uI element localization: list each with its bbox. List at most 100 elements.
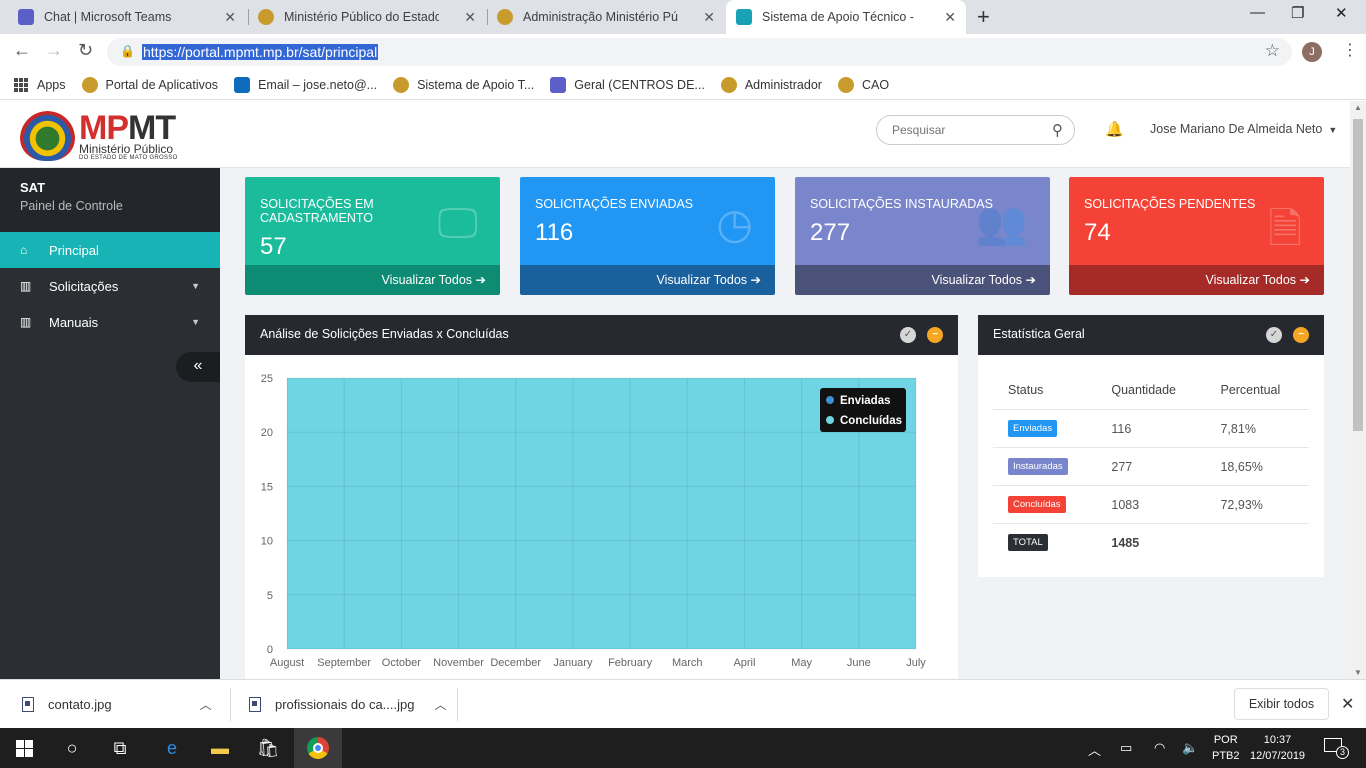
minimize-panel-icon[interactable]: − [1293,327,1309,343]
browser-tab-admin[interactable]: Administração Ministério Público ✕ [487,0,725,34]
browser-toolbar: ← → ↻ 🔒 https://portal.mpmt.mp.br/sat/pr… [0,34,1366,70]
new-tab-button[interactable]: + [977,4,990,30]
status-badge: Enviadas [1008,420,1058,437]
card-cadastramento: SOLICITAÇÕES EM CADASTRAMENTO 57 🖵 Visua… [245,177,500,295]
collapse-sidebar-button[interactable]: « [176,352,220,382]
forward-arrow-icon[interactable]: → [45,40,63,61]
x-tick-label: August [270,657,304,669]
close-tab-icon[interactable]: ✕ [464,9,476,26]
mpmt-logo[interactable]: MPMT Ministério Público DO ESTADO DE MAT… [20,111,178,161]
scroll-down-icon[interactable]: ▼ [1354,668,1362,677]
sidebar-item-manuais[interactable]: ▥ Manuais ▼ [0,304,220,340]
y-tick-label: 25 [261,373,273,385]
bookmark-cao[interactable]: CAO [837,76,889,93]
users-icon: 👥 [975,199,1028,246]
sidebar-item-solicitacoes[interactable]: ▥ Solicitações ▼ [0,268,220,304]
system-clock[interactable]: 10:37 12/07/2019 [1250,732,1305,764]
legend-swatch [826,416,834,424]
legend-label: Enviadas [840,395,891,407]
back-arrow-icon[interactable]: ← [13,40,31,61]
url-text[interactable]: https://portal.mpmt.mp.br/sat/principal [142,44,379,60]
show-all-downloads-button[interactable]: Exibir todos [1234,688,1329,720]
sidebar-subtitle: Painel de Controle [20,199,123,213]
close-downloads-icon[interactable]: ✕ [1341,694,1354,714]
y-tick-label: 20 [261,427,273,439]
bookmark-portal[interactable]: Portal de Aplicativos [81,76,219,93]
legend-label: Concluídas [840,415,902,427]
bookmark-geral[interactable]: Geral (CENTROS DE... [550,76,705,93]
scrollbar-thumb[interactable] [1353,119,1363,431]
restore-icon[interactable]: ❐ [1291,4,1304,22]
bookmark-sat[interactable]: Sistema de Apoio T... [393,76,534,93]
search-icon[interactable]: ⚲ [1052,121,1063,139]
bookmark-star-icon[interactable]: ☆ [1265,41,1280,61]
browser-tab-mpmt[interactable]: Ministério Público do Estado de ✕ [248,0,486,34]
sidebar-item-principal[interactable]: ⌂ Principal [0,232,220,268]
chevron-up-icon[interactable]: ︿ [434,696,446,713]
brand-subtitle: Ministério Público [79,142,174,156]
teams-icon [18,9,34,25]
notifications-icon[interactable]: 3 [1324,738,1349,759]
close-tab-icon[interactable]: ✕ [944,9,956,26]
bookmark-email[interactable]: Email – jose.neto@... [234,76,377,93]
reload-icon[interactable]: ↻ [78,40,93,61]
bell-icon[interactable]: 🔔 [1105,120,1124,138]
chart-panel-title: Análise de Solicições Enviadas x Concluí… [260,327,509,341]
edge-icon[interactable]: e [148,728,196,768]
wifi-icon[interactable]: ◠ [1154,740,1165,756]
chart-panel: Análise de Solicições Enviadas x Concluí… [245,315,958,679]
browser-tab-teams[interactable]: Chat | Microsoft Teams ✕ [8,0,246,34]
battery-icon[interactable]: ▭ [1120,740,1132,756]
search-input[interactable] [892,123,1042,137]
bookmark-apps[interactable]: Apps [14,77,66,92]
task-view-icon[interactable]: ⧉ [96,728,144,768]
apps-grid-icon [14,77,28,92]
chrome-icon[interactable] [294,728,342,768]
sidebar: SAT Painel de Controle ⌂ Principal ▥ Sol… [0,168,220,679]
x-tick-label: November [433,657,484,669]
card-enviadas: SOLICITAÇÕES ENVIADAS 116 ◷ Visualizar T… [520,177,775,295]
user-menu[interactable]: Jose Mariano De Almeida Neto ▼ [1150,122,1337,136]
input-language[interactable]: POR PTB2 [1212,732,1240,764]
windows-start-icon[interactable] [0,728,48,768]
scroll-up-icon[interactable]: ▲ [1354,103,1362,112]
store-icon[interactable]: 🛍 [244,728,292,768]
wrench-icon[interactable]: ✓ [1266,327,1282,343]
browser-tab-sat[interactable]: Sistema de Apoio Técnico - CAO ✕ [726,0,966,34]
minimize-panel-icon[interactable]: − [927,327,943,343]
quantity-cell: 116 [1096,409,1206,448]
chevron-up-icon[interactable]: ︿ [200,696,212,713]
stats-table: Status Quantidade Percentual Enviadas 11… [993,373,1309,562]
quantity-cell: 277 [1096,447,1206,486]
x-tick-label: July [906,657,926,669]
search-circle-icon[interactable]: ○ [48,728,96,768]
menu-kebab-icon[interactable]: ⋮ [1342,40,1358,60]
status-badge: Concluídas [1008,496,1066,513]
view-all-link[interactable]: Visualizar Todos ➔ [245,265,500,295]
wrench-icon[interactable]: ✓ [900,327,916,343]
close-tab-icon[interactable]: ✕ [703,9,715,26]
home-icon: ⌂ [20,243,28,257]
bookmark-label: Portal de Aplicativos [105,77,219,92]
profile-avatar[interactable]: J [1302,42,1322,62]
search-box[interactable]: ⚲ [876,115,1075,145]
percent-cell: 18,65% [1205,447,1309,486]
browser-tab-strip: Chat | Microsoft Teams ✕ Ministério Públ… [0,0,1366,34]
close-tab-icon[interactable]: ✕ [224,9,236,26]
column-header: Quantidade [1096,373,1206,410]
download-item[interactable]: profissionais do ca....jpg ︿ [249,680,446,729]
address-bar[interactable]: 🔒 https://portal.mpmt.mp.br/sat/principa… [107,38,1292,66]
volume-icon[interactable]: 🔈 [1182,740,1198,756]
table-row: Enviadas 116 7,81% [993,409,1309,448]
bookmark-administrador[interactable]: Administrador [720,76,822,93]
file-explorer-icon[interactable]: ▬ [196,728,244,768]
tab-title: Sistema de Apoio Técnico - CAO [762,10,917,24]
legend-swatch [826,396,834,404]
chevron-up-icon[interactable]: ︿ [1088,740,1101,759]
minimize-icon[interactable]: — [1250,4,1265,21]
close-window-icon[interactable]: ✕ [1335,4,1348,22]
view-all-link[interactable]: Visualizar Todos ➔ [795,265,1050,295]
download-item[interactable]: contato.jpg ︿ [22,680,212,729]
page-scrollbar[interactable]: ▲ ▼ [1350,101,1366,679]
view-all-link[interactable]: Visualizar Todos ➔ [520,265,775,295]
